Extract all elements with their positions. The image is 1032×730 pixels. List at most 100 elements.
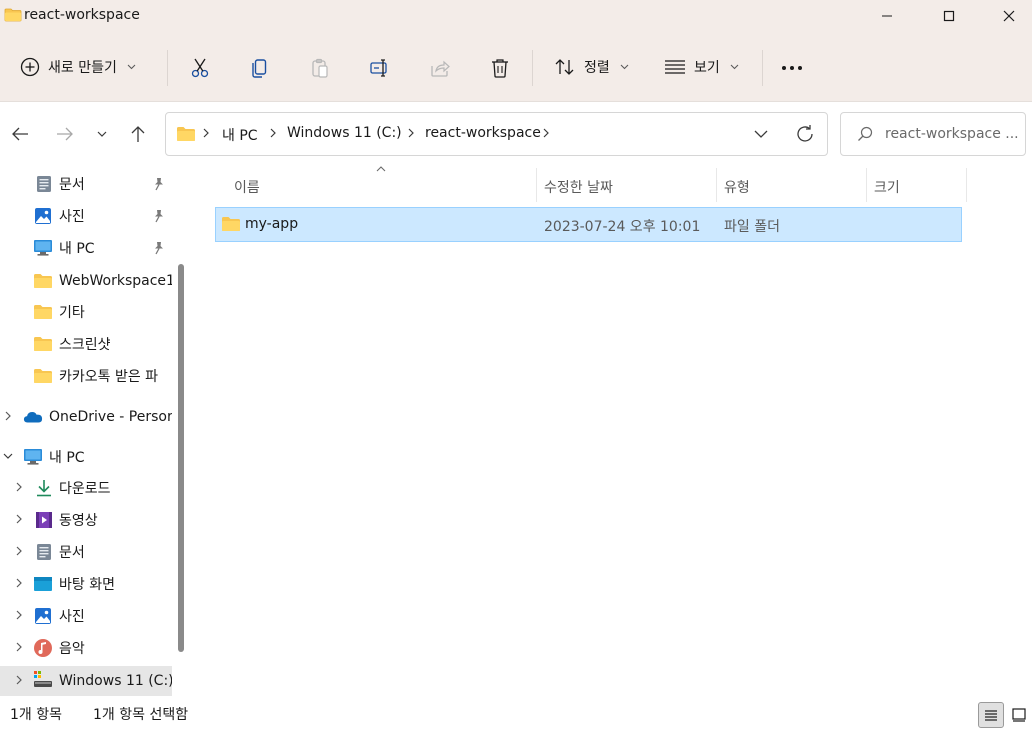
sidebar-item-label: 스크린샷: [59, 337, 111, 353]
table-row[interactable]: my-app 2023-07-24 오후 10:01 파일 폴더: [215, 207, 962, 242]
status-bar: 1개 항목 1개 항목 선택함: [0, 698, 1032, 730]
search-box[interactable]: [840, 112, 1026, 156]
large-icons-view-button[interactable]: [1006, 702, 1032, 728]
column-header-label: 수정한 날짜: [544, 180, 613, 196]
chevron-right-icon[interactable]: [16, 514, 22, 524]
column-divider[interactable]: [966, 168, 967, 202]
window-title: react-workspace: [24, 7, 140, 23]
chevron-right-icon[interactable]: [16, 546, 22, 556]
folder-icon: [4, 8, 22, 22]
recent-locations-button[interactable]: [90, 122, 114, 146]
address-history-button[interactable]: [751, 124, 771, 148]
sidebar-item-label: 기타: [59, 305, 85, 321]
delete-button[interactable]: [488, 56, 512, 80]
back-button[interactable]: [8, 122, 32, 146]
pin-icon: [155, 242, 163, 255]
folder-icon: [33, 302, 53, 322]
sidebar-item-this-pc[interactable]: 내 PC: [0, 442, 172, 472]
sidebar-item-label: 음악: [59, 641, 85, 657]
search-input[interactable]: [885, 123, 1019, 145]
chevron-right-icon: [270, 128, 276, 138]
column-divider[interactable]: [866, 168, 867, 202]
chevron-right-icon[interactable]: [16, 610, 22, 620]
more-icon: [782, 66, 802, 70]
rename-button[interactable]: [368, 56, 392, 80]
sidebar-item-kakaotalk[interactable]: 카카오톡 받은 파: [0, 361, 172, 391]
sidebar-item-desktop[interactable]: 바탕 화면: [0, 569, 172, 599]
sidebar-item-drive-c[interactable]: Windows 11 (C:): [0, 666, 172, 696]
column-header-size[interactable]: 크기: [874, 172, 900, 202]
copy-button[interactable]: [248, 56, 272, 80]
sidebar-item-pictures[interactable]: 사진: [0, 201, 172, 231]
breadcrumb-current-folder[interactable]: react-workspace: [425, 125, 541, 141]
drive-icon: [33, 670, 53, 690]
chevron-down-icon: [730, 64, 739, 70]
sidebar-item-label: 문서: [59, 177, 85, 193]
command-bar: 새로 만들기 정렬 보기: [0, 32, 1032, 102]
onedrive-icon: [23, 407, 43, 427]
sidebar-item-onedrive[interactable]: OneDrive - Persor: [0, 402, 172, 432]
copy-icon: [252, 59, 267, 78]
sidebar-item-label: 사진: [59, 209, 85, 225]
forward-button[interactable]: [53, 122, 77, 146]
sidebar-item-misc[interactable]: 기타: [0, 297, 172, 327]
title-bar: react-workspace: [0, 0, 1032, 32]
share-icon: [431, 60, 450, 77]
column-header-modified[interactable]: 수정한 날짜: [544, 172, 613, 202]
view-list-icon: [665, 60, 685, 74]
minimize-button[interactable]: [864, 0, 910, 32]
scissors-icon: [191, 58, 209, 78]
sidebar-scrollbar[interactable]: [178, 264, 184, 652]
refresh-button[interactable]: [794, 123, 816, 149]
column-header-type[interactable]: 유형: [724, 172, 750, 202]
chevron-down-icon[interactable]: [3, 453, 13, 459]
new-button[interactable]: 새로 만들기: [20, 50, 136, 84]
sidebar-item-webworkspace1[interactable]: WebWorkspace1: [0, 266, 172, 296]
breadcrumb-this-pc[interactable]: 내 PC: [222, 125, 258, 145]
plus-circle-icon: [20, 57, 40, 77]
sidebar-item-videos[interactable]: 동영상: [0, 505, 172, 535]
column-divider[interactable]: [536, 168, 537, 202]
navigation-pane: 문서 사진 내 PC WebWorkspace1 기타 스크린샷 카카오톡 받은…: [0, 164, 190, 696]
column-header-name[interactable]: 이름: [234, 172, 260, 202]
item-count: 1개 항목: [10, 707, 62, 723]
details-view-icon: [985, 710, 997, 721]
maximize-icon: [943, 10, 955, 22]
close-button[interactable]: [986, 0, 1032, 32]
chevron-right-icon[interactable]: [16, 675, 22, 685]
toolbar-divider: [167, 50, 168, 86]
chevron-right-icon[interactable]: [16, 642, 22, 652]
sidebar-item-screenshots[interactable]: 스크린샷: [0, 329, 172, 359]
toolbar-divider: [762, 50, 763, 86]
sidebar-item-label: 문서: [59, 545, 85, 561]
share-button[interactable]: [428, 56, 452, 80]
folder-icon: [33, 334, 53, 354]
chevron-right-icon[interactable]: [16, 578, 22, 588]
more-options-button[interactable]: [780, 56, 804, 80]
sidebar-item-label: 카카오톡 받은 파: [59, 369, 159, 385]
details-view-button[interactable]: [978, 702, 1004, 728]
sidebar-item-music[interactable]: 음악: [0, 633, 172, 663]
sidebar-item-this-pc-pinned[interactable]: 내 PC: [0, 233, 172, 263]
arrow-up-icon: [131, 126, 145, 142]
address-bar[interactable]: 내 PC Windows 11 (C:) react-workspace: [165, 112, 828, 156]
pin-icon: [155, 178, 163, 191]
file-name: my-app: [245, 216, 299, 232]
breadcrumb-drive[interactable]: Windows 11 (C:): [287, 125, 402, 141]
paste-button[interactable]: [308, 56, 332, 80]
maximize-button[interactable]: [926, 0, 972, 32]
sidebar-item-documents[interactable]: 문서: [0, 169, 172, 199]
cut-button[interactable]: [188, 56, 212, 80]
sidebar-item-pc-documents[interactable]: 문서: [0, 537, 172, 567]
up-button[interactable]: [126, 122, 150, 146]
chevron-right-icon[interactable]: [5, 411, 11, 421]
chevron-right-icon[interactable]: [16, 482, 22, 492]
column-header-label: 크기: [874, 180, 900, 196]
view-button[interactable]: 보기: [664, 50, 739, 84]
sidebar-item-pc-pictures[interactable]: 사진: [0, 601, 172, 631]
column-divider[interactable]: [716, 168, 717, 202]
sort-button[interactable]: 정렬: [554, 50, 629, 84]
sidebar-item-downloads[interactable]: 다운로드: [0, 473, 172, 503]
sidebar-item-label: OneDrive - Persor: [49, 409, 172, 425]
music-icon: [33, 638, 53, 658]
